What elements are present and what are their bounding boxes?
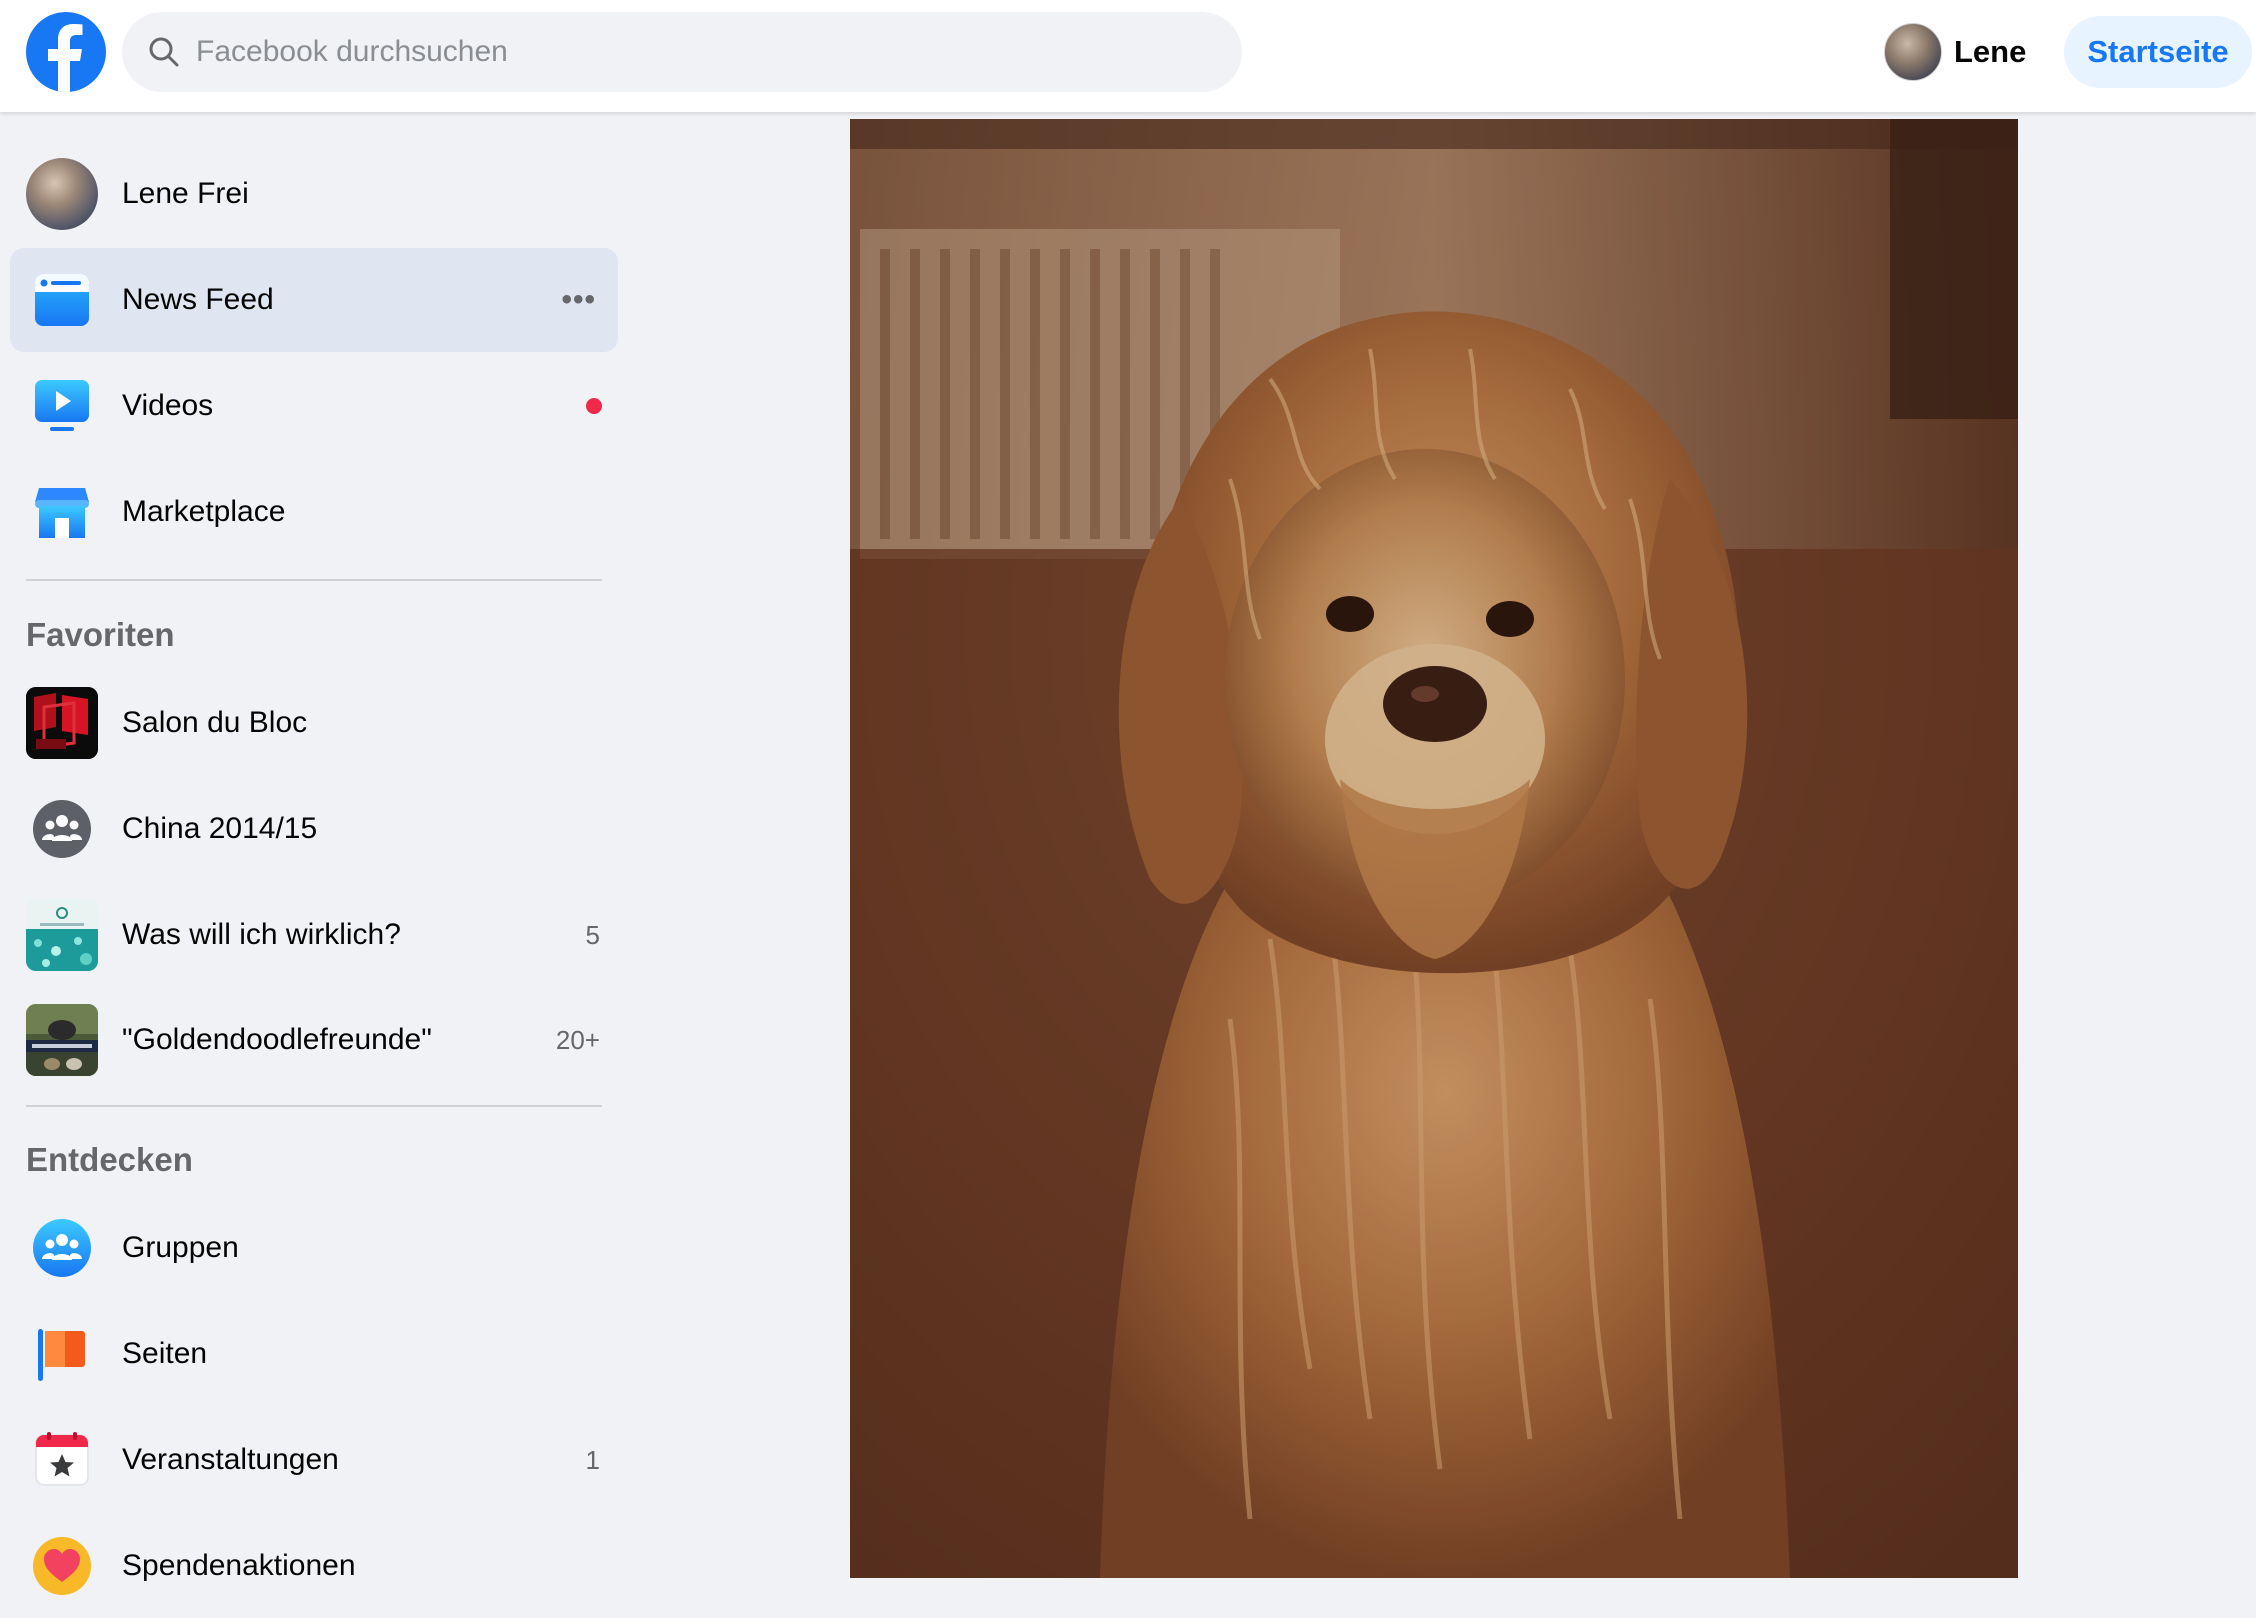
sidebar-item-news-feed[interactable]: News Feed ••• (10, 248, 618, 352)
unread-count: 5 (585, 919, 600, 950)
sidebar-item-label: Marketplace (122, 495, 286, 528)
sidebar-item-label: Spendenaktionen (122, 1549, 356, 1582)
sidebar-item-label: Videos (122, 389, 214, 422)
notification-dot (586, 398, 602, 414)
unread-count: 1 (585, 1444, 600, 1475)
sidebar-item-label: Lene Frei (122, 177, 249, 210)
sidebar-item-videos[interactable]: Videos (10, 354, 618, 458)
groups-icon (26, 1212, 98, 1284)
marketplace-icon (26, 476, 98, 548)
sidebar-item-label: Salon du Bloc (122, 706, 308, 739)
search-input[interactable] (196, 35, 1196, 69)
sidebar-item-china[interactable]: China 2014/15 (10, 777, 618, 881)
profile-name: Lene (1954, 34, 2027, 69)
sidebar-item-label: Gruppen (122, 1231, 239, 1264)
sidebar-item-label: China 2014/15 (122, 812, 318, 845)
sidebar-item-seiten[interactable]: Seiten (10, 1302, 618, 1406)
group-thumbnail (26, 899, 98, 971)
left-sidebar: Lene Frei News Feed ••• Videos Marketpla… (0, 112, 630, 1595)
fundraiser-heart-icon (26, 1530, 98, 1602)
sidebar-item-gruppen[interactable]: Gruppen (10, 1196, 618, 1300)
avatar (26, 158, 98, 230)
sidebar-item-salon-du-bloc[interactable]: Salon du Bloc (10, 671, 618, 775)
sidebar-item-goldendoodlefreunde[interactable]: "Goldendoodlefreunde" 20+ (10, 988, 618, 1092)
more-options-icon[interactable]: ••• (561, 283, 596, 317)
divider (26, 579, 602, 581)
group-thumbnail (26, 1004, 98, 1076)
video-icon (26, 370, 98, 442)
sidebar-item-label: News Feed (122, 283, 274, 316)
sidebar-item-label: "Goldendoodlefreunde" (122, 1023, 432, 1056)
search-icon (149, 37, 179, 67)
home-button[interactable]: Startseite (2064, 16, 2252, 88)
sidebar-item-veranstaltungen[interactable]: Veranstaltungen 1 (10, 1408, 618, 1512)
sidebar-item-label: Veranstaltungen (122, 1443, 339, 1476)
top-navigation-bar: Lene Startseite (0, 0, 2256, 112)
dog-photo-image (850, 119, 2018, 1578)
news-feed-icon (26, 264, 98, 336)
unread-count: 20+ (555, 1024, 600, 1055)
events-calendar-icon (26, 1424, 98, 1496)
divider (26, 1105, 602, 1107)
sidebar-item-was-will-ich-wirklich[interactable]: Was will ich wirklich? 5 (10, 883, 618, 987)
profile-shortcut[interactable]: Lene (1884, 22, 2026, 82)
favorites-heading: Favoriten (26, 616, 175, 653)
avatar (1884, 23, 1942, 81)
discover-heading: Entdecken (26, 1141, 193, 1178)
sidebar-item-spendenaktionen[interactable]: Spendenaktionen (10, 1514, 618, 1618)
sidebar-item-profile[interactable]: Lene Frei (10, 142, 618, 246)
pages-flag-icon (26, 1318, 98, 1390)
group-icon (26, 793, 98, 865)
sidebar-item-label: Was will ich wirklich? (122, 918, 401, 951)
dog-photo[interactable] (850, 119, 2018, 1578)
sidebar-item-marketplace[interactable]: Marketplace (10, 460, 618, 564)
facebook-logo-icon[interactable] (26, 12, 106, 92)
salon-du-bloc-thumbnail (26, 687, 98, 759)
sidebar-item-label: Seiten (122, 1337, 208, 1370)
search-bar[interactable] (122, 12, 1242, 92)
